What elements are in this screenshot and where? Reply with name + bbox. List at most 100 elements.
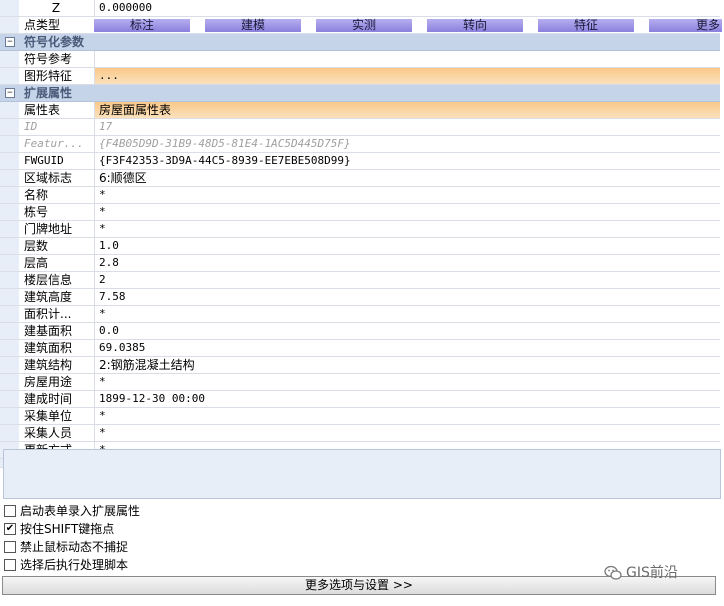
property-name: 区域标志 — [20, 170, 96, 186]
checkbox[interactable] — [4, 541, 16, 553]
attribute-row[interactable]: 名称 * — [0, 187, 720, 204]
category-symbolization[interactable]: − 符号化参数 — [0, 34, 720, 51]
property-value[interactable]: 房屋面属性表 — [94, 102, 720, 118]
row-gutter — [0, 272, 19, 288]
description-panel — [3, 449, 721, 499]
option-disable-dynamic-snap[interactable]: 禁止鼠标动态不捕捉 — [0, 538, 724, 556]
graphic-feature-row[interactable]: 图形特征 ... — [0, 68, 720, 85]
property-value[interactable]: 7.58 — [94, 289, 720, 305]
property-name: 建筑面积 — [20, 340, 96, 356]
property-value[interactable]: * — [94, 374, 720, 390]
row-gutter — [0, 306, 19, 322]
attribute-row[interactable]: 建筑面积 69.0385 — [0, 340, 720, 357]
collapse-icon[interactable]: − — [5, 88, 15, 98]
tab-annotation[interactable]: 标注 — [94, 19, 190, 32]
property-name: 建基面积 — [20, 323, 96, 339]
row-gutter — [0, 170, 19, 186]
attribute-table-row[interactable]: 属性表 房屋面属性表 — [0, 102, 720, 119]
attribute-row[interactable]: 层数 1.0 — [0, 238, 720, 255]
attribute-row[interactable]: FWGUID {F3F42353-3D9A-44C5-8939-EE7EBE50… — [0, 153, 720, 170]
row-gutter — [0, 102, 19, 118]
property-value[interactable] — [94, 51, 720, 67]
wechat-icon — [604, 565, 622, 580]
property-name: 楼层信息 — [20, 272, 96, 288]
attribute-row[interactable]: 采集人员 * — [0, 425, 720, 442]
attribute-row[interactable]: 建成时间 1899-12-30 00:00 — [0, 391, 720, 408]
attribute-row[interactable]: 采集单位 * — [0, 408, 720, 425]
property-name: 属性表 — [20, 102, 96, 118]
property-value[interactable]: 1.0 — [94, 238, 720, 254]
row-gutter — [0, 289, 19, 305]
property-value[interactable]: * — [94, 408, 720, 424]
attribute-row[interactable]: 区域标志 6:顺德区 — [0, 170, 720, 187]
options-panel: 启动表单录入扩展属性 ✔ 按住SHIFT键拖点 禁止鼠标动态不捕捉 选择后执行处… — [0, 502, 724, 574]
tab-feature[interactable]: 特征 — [538, 19, 634, 32]
property-value: {F4B05D9D-31B9-48D5-81E4-1AC5D445D75F} — [94, 136, 720, 152]
checkbox[interactable] — [4, 505, 16, 517]
option-label: 选择后执行处理脚本 — [20, 558, 129, 572]
property-value: 17 — [94, 119, 720, 135]
row-gutter — [0, 255, 19, 271]
attribute-row[interactable]: 楼层信息 2 — [0, 272, 720, 289]
tab-turning[interactable]: 转向 — [427, 19, 523, 32]
option-shift-drag[interactable]: ✔ 按住SHIFT键拖点 — [0, 520, 724, 538]
symbol-reference-row[interactable]: 符号参考 — [0, 51, 720, 68]
property-value[interactable]: {F3F42353-3D9A-44C5-8939-EE7EBE508D99} — [94, 153, 720, 169]
property-name: 建成时间 — [20, 391, 96, 407]
property-value[interactable]: * — [94, 187, 720, 203]
property-name: 图形特征 — [20, 68, 96, 84]
property-value[interactable]: 1899-12-30 00:00 — [94, 391, 720, 407]
property-value[interactable]: 0.000000 — [94, 0, 720, 16]
attribute-row[interactable]: 层高 2.8 — [0, 255, 720, 272]
property-name: 层高 — [20, 255, 96, 271]
property-name: 点类型 — [20, 17, 96, 33]
option-enable-form-entry[interactable]: 启动表单录入扩展属性 — [0, 502, 724, 520]
attribute-row: ID 17 — [0, 119, 720, 136]
property-value[interactable]: 69.0385 — [94, 340, 720, 356]
attribute-row[interactable]: 栋号 * — [0, 204, 720, 221]
row-gutter — [0, 153, 19, 169]
property-name: 房屋用途 — [20, 374, 96, 390]
checkbox[interactable] — [4, 559, 16, 571]
tab-modeling[interactable]: 建模 — [205, 19, 301, 32]
tab-more[interactable]: 更多 — [649, 19, 722, 32]
point-type-row: 点类型 标注 建模 实测 转向 特征 更多 — [0, 17, 722, 34]
property-value[interactable]: * — [94, 204, 720, 220]
row-gutter — [0, 221, 19, 237]
row-gutter — [0, 408, 19, 424]
property-name: 面积计... — [20, 306, 96, 322]
property-value[interactable]: * — [94, 425, 720, 441]
checkbox[interactable]: ✔ — [4, 523, 16, 535]
row-gutter — [0, 51, 19, 67]
attribute-row: Featur... {F4B05D9D-31B9-48D5-81E4-1AC5D… — [0, 136, 720, 153]
watermark-text: GIS前沿 — [626, 565, 678, 581]
attribute-row[interactable]: 门牌地址 * — [0, 221, 720, 238]
option-label: 启动表单录入扩展属性 — [20, 504, 141, 518]
collapse-icon[interactable]: − — [5, 37, 15, 47]
attribute-row[interactable]: 建筑结构 2:钢筋混凝土结构 — [0, 357, 720, 374]
property-value[interactable]: * — [94, 221, 720, 237]
category-extended[interactable]: − 扩展属性 — [0, 85, 720, 102]
property-name: Z — [20, 0, 92, 16]
row-gutter — [0, 238, 19, 254]
property-value[interactable]: 2.8 — [94, 255, 720, 271]
property-value[interactable]: 2:钢筋混凝土结构 — [94, 357, 720, 373]
property-value[interactable]: * — [94, 306, 720, 322]
property-value[interactable]: 2 — [94, 272, 720, 288]
attribute-row[interactable]: 建基面积 0.0 — [0, 323, 720, 340]
property-value[interactable]: 6:顺德区 — [94, 170, 720, 186]
attribute-row[interactable]: 房屋用途 * — [0, 374, 720, 391]
tab-survey[interactable]: 实测 — [316, 19, 412, 32]
z-row[interactable]: Z 0.000000 — [0, 0, 720, 17]
row-gutter — [0, 187, 19, 203]
property-value[interactable]: 0.0 — [94, 323, 720, 339]
property-name: 采集单位 — [20, 408, 96, 424]
attribute-row[interactable]: 面积计... * — [0, 306, 720, 323]
option-label: 按住SHIFT键拖点 — [20, 522, 115, 536]
property-name: 栋号 — [20, 204, 96, 220]
row-gutter — [0, 204, 19, 220]
property-name: 层数 — [20, 238, 96, 254]
row-gutter — [0, 391, 19, 407]
property-value[interactable]: ... — [94, 68, 720, 84]
attribute-row[interactable]: 建筑高度 7.58 — [0, 289, 720, 306]
